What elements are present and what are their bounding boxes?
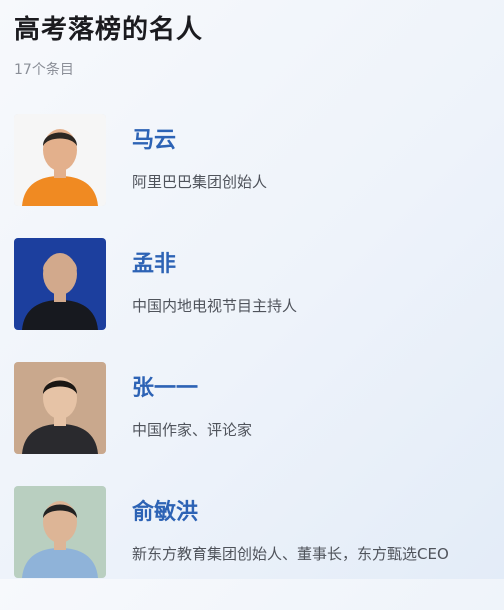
portrait-graphic <box>14 114 106 206</box>
person-description: 新东方教育集团创始人、董事长，东方甄选CEO <box>132 545 449 563</box>
person-name[interactable]: 马云 <box>132 126 176 156</box>
list-item[interactable]: 张一一 中国作家、评论家 <box>14 362 504 486</box>
person-name[interactable]: 张一一 <box>132 374 198 404</box>
portrait-graphic <box>14 362 106 454</box>
avatar-photo[interactable] <box>14 238 106 330</box>
list-item[interactable]: 俞敏洪 新东方教育集团创始人、董事长，东方甄选CEO <box>14 486 504 610</box>
page-title: 高考落榜的名人 <box>14 15 204 45</box>
list-item[interactable]: 孟非 中国内地电视节目主持人 <box>14 238 504 362</box>
portrait-graphic <box>14 486 106 578</box>
person-description: 阿里巴巴集团创始人 <box>132 173 268 191</box>
item-count: 17个条目 <box>14 62 74 78</box>
avatar-photo[interactable] <box>14 362 106 454</box>
people-list: 马云 阿里巴巴集团创始人 孟非 中国内地电视节目主持人 张一一 中国作家、评论家… <box>14 114 504 610</box>
portrait-graphic <box>14 238 106 330</box>
person-name[interactable]: 俞敏洪 <box>132 498 198 528</box>
list-item[interactable]: 马云 阿里巴巴集团创始人 <box>14 114 504 238</box>
person-description: 中国内地电视节目主持人 <box>132 297 298 315</box>
avatar-photo[interactable] <box>14 486 106 578</box>
person-name[interactable]: 孟非 <box>132 250 176 280</box>
avatar-photo[interactable] <box>14 114 106 206</box>
header: 高考落榜的名人 17个条目 <box>14 10 490 80</box>
person-description: 中国作家、评论家 <box>132 421 253 439</box>
